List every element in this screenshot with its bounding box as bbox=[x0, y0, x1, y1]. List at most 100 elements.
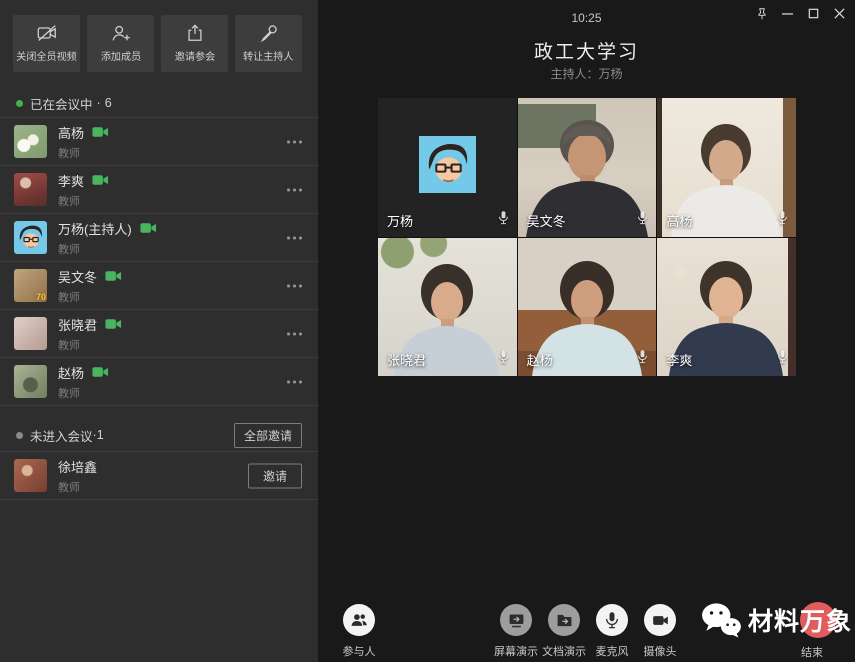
participants-panel: 关闭全员视频 添加成员 邀请参会 转让主持人 已在会议中 · 6 bbox=[0, 0, 318, 662]
avatar bbox=[14, 125, 47, 158]
tool-label: 关闭全员视频 bbox=[16, 49, 76, 63]
tile-name-label: 高杨 bbox=[666, 211, 692, 230]
invite-all-button[interactable]: 全部邀请 bbox=[234, 423, 302, 448]
section-label: 已在会议中 bbox=[30, 94, 93, 113]
video-tile[interactable]: 吴文冬 bbox=[518, 98, 657, 237]
screen-share-icon bbox=[507, 611, 526, 630]
not-joined-section-header: 未进入会议 · 1 全部邀请 bbox=[16, 424, 302, 446]
video-tile[interactable]: 高杨 bbox=[657, 98, 796, 237]
participant-row[interactable]: 张晓君 教师 bbox=[0, 310, 318, 358]
participant-name: 李爽 bbox=[58, 171, 84, 190]
maximize-button[interactable] bbox=[804, 4, 823, 23]
microphone-icon bbox=[603, 611, 621, 629]
avatar bbox=[14, 365, 47, 398]
participant-role: 教师 bbox=[58, 385, 109, 401]
avatar-badge: 70 bbox=[36, 292, 46, 302]
mic-indicator-icon bbox=[637, 210, 648, 230]
close-button[interactable] bbox=[830, 4, 849, 23]
wechat-logo-icon bbox=[700, 602, 742, 638]
tile-name-label: 赵杨 bbox=[527, 350, 553, 369]
pin-icon bbox=[755, 7, 769, 21]
tool-label: 添加成员 bbox=[100, 49, 140, 63]
video-tile[interactable]: 赵杨 bbox=[518, 238, 657, 377]
camera-on-icon bbox=[92, 366, 109, 378]
close-all-video-button[interactable]: 关闭全员视频 bbox=[13, 15, 80, 72]
in-meeting-section-header: 已在会议中 · 6 bbox=[16, 96, 302, 110]
camera-off-icon bbox=[36, 23, 58, 43]
more-options-button[interactable] bbox=[287, 136, 302, 147]
participant-name: 赵杨 bbox=[58, 363, 84, 382]
participant-role: 教师 bbox=[58, 337, 122, 353]
in-meeting-list: 高杨 教师 李爽 教师 bbox=[0, 117, 318, 406]
transfer-host-button[interactable]: 转让主持人 bbox=[235, 15, 302, 72]
video-tile[interactable]: 张晓君 bbox=[378, 238, 517, 377]
invite-attendees-button[interactable]: 邀请参会 bbox=[161, 15, 228, 72]
camera-on-icon bbox=[105, 318, 122, 330]
participant-row-host[interactable]: 万杨(主持人) 教师 bbox=[0, 214, 318, 262]
separator: · bbox=[97, 96, 101, 110]
share-invite-icon bbox=[185, 23, 205, 43]
sidebar-toolbar: 关闭全员视频 添加成员 邀请参会 转让主持人 bbox=[13, 15, 305, 72]
avatar: 70 bbox=[14, 269, 47, 302]
offline-status-dot-icon bbox=[16, 432, 23, 439]
tool-label: 邀请参会 bbox=[174, 49, 214, 63]
more-options-button[interactable] bbox=[287, 376, 302, 387]
camera-on-icon bbox=[105, 270, 122, 282]
minimize-icon bbox=[781, 7, 794, 20]
participant-row[interactable]: 高杨 教师 bbox=[0, 118, 318, 166]
person-add-icon bbox=[110, 23, 132, 43]
participant-name: 张晓君 bbox=[58, 315, 97, 334]
participant-name: 吴文冬 bbox=[58, 267, 97, 286]
close-icon bbox=[833, 7, 846, 20]
more-options-button[interactable] bbox=[287, 184, 302, 195]
section-label: 未进入会议 bbox=[30, 426, 93, 445]
participant-name: 万杨(主持人) bbox=[58, 219, 132, 238]
avatar bbox=[14, 459, 47, 492]
participant-role: 教师 bbox=[58, 479, 97, 495]
meeting-title: 政工大学习 bbox=[318, 37, 855, 64]
participant-row[interactable]: 赵杨 教师 bbox=[0, 358, 318, 406]
not-joined-list: 徐培鑫 教师 邀请 bbox=[0, 451, 318, 500]
more-options-button[interactable] bbox=[287, 280, 302, 291]
mic-indicator-icon bbox=[637, 349, 648, 369]
tile-name-label: 万杨 bbox=[387, 211, 413, 230]
minimize-button[interactable] bbox=[778, 4, 797, 23]
video-tile-host[interactable]: 万杨 bbox=[378, 98, 517, 237]
camera-on-icon bbox=[92, 174, 109, 186]
meeting-host-subtitle: 主持人：万杨 bbox=[318, 65, 855, 82]
participant-role: 教师 bbox=[58, 193, 109, 209]
end-meeting-button[interactable] bbox=[800, 602, 836, 638]
video-grid: 万杨 吴文冬 高杨 张晓君 赵杨 李爽 bbox=[378, 98, 796, 376]
participant-name: 徐培鑫 bbox=[58, 457, 97, 476]
more-options-button[interactable] bbox=[287, 328, 302, 339]
maximize-icon bbox=[807, 7, 820, 20]
participant-role: 教师 bbox=[58, 145, 109, 161]
in-meeting-count: 6 bbox=[105, 96, 112, 110]
invite-button[interactable]: 邀请 bbox=[248, 463, 302, 488]
mic-indicator-icon bbox=[777, 349, 788, 369]
pin-button[interactable] bbox=[752, 4, 771, 23]
button-label: 参与人 bbox=[319, 643, 399, 659]
tool-label: 转让主持人 bbox=[243, 49, 293, 63]
mic-indicator-icon bbox=[498, 349, 509, 369]
participant-row[interactable]: 70 吴文冬 教师 bbox=[0, 262, 318, 310]
not-joined-count: 1 bbox=[97, 428, 104, 442]
video-tile[interactable]: 李爽 bbox=[657, 238, 796, 377]
participant-name: 高杨 bbox=[58, 123, 84, 142]
camera-button[interactable]: 摄像头 bbox=[620, 604, 700, 659]
add-member-button[interactable]: 添加成员 bbox=[87, 15, 154, 72]
participants-button[interactable]: 参与人 bbox=[319, 604, 399, 659]
host-cartoon-avatar bbox=[419, 136, 476, 193]
mic-indicator-icon bbox=[777, 210, 788, 230]
participant-role: 教师 bbox=[58, 241, 157, 257]
avatar bbox=[14, 173, 47, 206]
pending-participant-row[interactable]: 徐培鑫 教师 邀请 bbox=[0, 452, 318, 500]
host-cartoon-avatar bbox=[14, 221, 47, 254]
camera-on-icon bbox=[92, 126, 109, 138]
tile-name-label: 李爽 bbox=[666, 350, 692, 369]
people-icon bbox=[349, 610, 369, 630]
participant-row[interactable]: 李爽 教师 bbox=[0, 166, 318, 214]
more-options-button[interactable] bbox=[287, 232, 302, 243]
online-status-dot-icon bbox=[16, 100, 23, 107]
window-controls bbox=[752, 4, 849, 23]
